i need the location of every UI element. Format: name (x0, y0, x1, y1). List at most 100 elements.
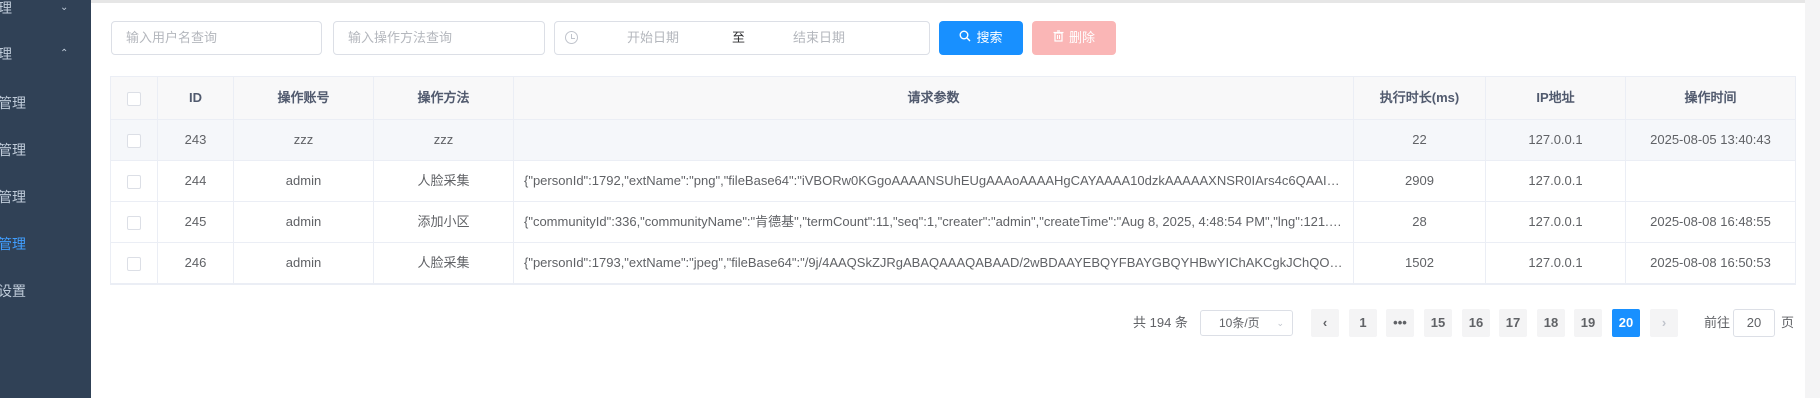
row-checkbox[interactable] (127, 215, 141, 230)
delete-button-label: 删除 (1068, 30, 1095, 45)
username-search-input[interactable]: 输入用户名查询 (111, 21, 322, 55)
cell-id: 245 (158, 202, 234, 242)
cell-params: {"personId":1793,"extName":"jpeg","fileB… (514, 243, 1354, 283)
sidebar-item-submenu-3[interactable]: 管理 (0, 177, 91, 217)
header-cell-method: 操作方法 (374, 77, 514, 119)
row-checkbox[interactable] (127, 256, 141, 271)
table-row[interactable]: 244 admin 人脸采集 {"personId":1792,"extName… (111, 161, 1795, 202)
cell-duration: 22 (1354, 120, 1486, 160)
top-divider (91, 0, 1820, 3)
row-select[interactable] (111, 120, 158, 160)
sidebar-item-label: 设置 (0, 283, 26, 299)
cell-time: 2025-08-08 16:50:53 (1650, 255, 1771, 270)
page-button-1[interactable]: 1 (1349, 309, 1377, 337)
cell-method: 添加小区 (374, 202, 514, 242)
right-gutter (1805, 0, 1820, 398)
table-row[interactable]: 243 zzz zzz 22 127.0.0.1 2025-08-05 13:4… (111, 120, 1795, 161)
cell-method: zzz (374, 120, 514, 160)
row-checkbox[interactable] (127, 133, 141, 148)
cell-ip: 127.0.0.1 (1486, 202, 1626, 242)
page-button-17[interactable]: 17 (1499, 309, 1527, 337)
row-select[interactable] (111, 243, 158, 283)
cell-time (1626, 161, 1795, 201)
cell-duration: 28 (1354, 202, 1486, 242)
cell-account: admin (234, 161, 374, 201)
search-button-label: 搜索 (976, 30, 1003, 45)
date-range-picker[interactable]: 开始日期 至 结束日期 (554, 21, 930, 55)
sidebar-item-label: 管理 (0, 95, 26, 111)
row-checkbox[interactable] (127, 174, 141, 189)
date-range-separator: 至 (732, 30, 746, 45)
next-page-button[interactable]: › (1650, 309, 1678, 337)
main-content: 输入用户名查询 输入操作方法查询 开始日期 至 结束日期 搜索 删除 ID 操作… (91, 0, 1820, 398)
cell-id: 244 (158, 161, 234, 201)
header-cell-params: 请求参数 (514, 77, 1354, 119)
pagination-total: 共 194 条 (1133, 315, 1188, 330)
sidebar-item-label: 理 (0, 0, 12, 16)
cell-params (514, 120, 1354, 160)
cell-account: admin (234, 202, 374, 242)
trash-icon (1053, 21, 1064, 55)
cell-ip: 127.0.0.1 (1486, 161, 1626, 201)
page-button-20-current[interactable]: 20 (1612, 309, 1640, 337)
cell-params: {"communityId":336,"communityName":"肯德基"… (514, 202, 1354, 242)
select-all-checkbox[interactable] (127, 91, 141, 106)
cell-account: admin (234, 243, 374, 283)
chevron-down-icon: ⌄ (60, 2, 69, 13)
header-cell-duration: 执行时长(ms) (1354, 77, 1486, 119)
cell-ip: 127.0.0.1 (1486, 243, 1626, 283)
page-size-select[interactable]: 10条/页 ⌄ (1200, 310, 1293, 336)
more-pages-button[interactable]: ••• (1386, 309, 1414, 337)
method-search-input[interactable]: 输入操作方法查询 (333, 21, 545, 55)
sidebar-item-settings[interactable]: 设置 (0, 271, 91, 311)
sidebar-item-submenu-1[interactable]: 管理 (0, 83, 91, 123)
header-cell-time: 操作时间 (1684, 90, 1737, 105)
sidebar-item-submenu-2[interactable]: 管理 (0, 130, 91, 170)
page-size-value: 10条/页 (1219, 316, 1260, 330)
cell-ip: 127.0.0.1 (1486, 120, 1626, 160)
sidebar-item-menu-2[interactable]: 理 ⌃ (0, 34, 91, 74)
sidebar-item-label: 管理 (0, 189, 26, 205)
cell-duration: 2909 (1354, 161, 1486, 201)
log-table: ID 操作账号 操作方法 请求参数 执行时长(ms) IP地址 操作时间 243… (110, 76, 1796, 285)
cell-account: zzz (234, 120, 374, 160)
cell-id: 246 (158, 243, 234, 283)
cell-time: 2025-08-08 16:48:55 (1650, 214, 1771, 229)
goto-suffix: 页 (1781, 315, 1795, 330)
page-button-15[interactable]: 15 (1424, 309, 1452, 337)
row-select[interactable] (111, 202, 158, 242)
header-cell-account: 操作账号 (234, 77, 374, 119)
page-button-19[interactable]: 19 (1574, 309, 1602, 337)
chevron-up-icon: ⌃ (60, 48, 69, 59)
end-date-input[interactable]: 结束日期 (793, 22, 845, 54)
sidebar-item-label: 管理 (0, 142, 26, 158)
header-select-all[interactable] (111, 77, 158, 119)
cell-duration: 1502 (1354, 243, 1486, 283)
cell-method: 人脸采集 (374, 161, 514, 201)
table-row[interactable]: 245 admin 添加小区 {"communityId":336,"commu… (111, 202, 1795, 243)
goto-page-input[interactable]: 20 (1733, 309, 1775, 337)
row-select[interactable] (111, 161, 158, 201)
sidebar-item-submenu-active[interactable]: 管理 (0, 224, 91, 264)
page-button-16[interactable]: 16 (1462, 309, 1490, 337)
page-button-18[interactable]: 18 (1537, 309, 1565, 337)
prev-page-button[interactable]: ‹ (1311, 309, 1339, 337)
cell-params: {"personId":1792,"extName":"png","fileBa… (514, 161, 1354, 201)
cell-time: 2025-08-05 13:40:43 (1650, 132, 1771, 147)
sidebar-item-label: 管理 (0, 236, 26, 252)
search-icon (959, 21, 971, 55)
header-cell-id: ID (158, 77, 234, 119)
sidebar-item-menu-1[interactable]: 理 ⌄ (0, 0, 91, 28)
table-header-row: ID 操作账号 操作方法 请求参数 执行时长(ms) IP地址 操作时间 (111, 77, 1795, 120)
chevron-down-icon: ⌄ (1276, 318, 1284, 328)
goto-label: 前往 (1704, 315, 1731, 330)
header-cell-ip: IP地址 (1486, 77, 1626, 119)
search-button[interactable]: 搜索 (939, 21, 1023, 55)
sidebar-item-label: 理 (0, 46, 12, 62)
sidebar: 理 ⌄ 理 ⌃ 管理 管理 管理 管理 设置 (0, 0, 91, 398)
table-row[interactable]: 246 admin 人脸采集 {"personId":1793,"extName… (111, 243, 1795, 284)
delete-button[interactable]: 删除 (1032, 21, 1116, 55)
clock-icon (565, 31, 578, 44)
start-date-input[interactable]: 开始日期 (627, 22, 679, 54)
cell-method: 人脸采集 (374, 243, 514, 283)
